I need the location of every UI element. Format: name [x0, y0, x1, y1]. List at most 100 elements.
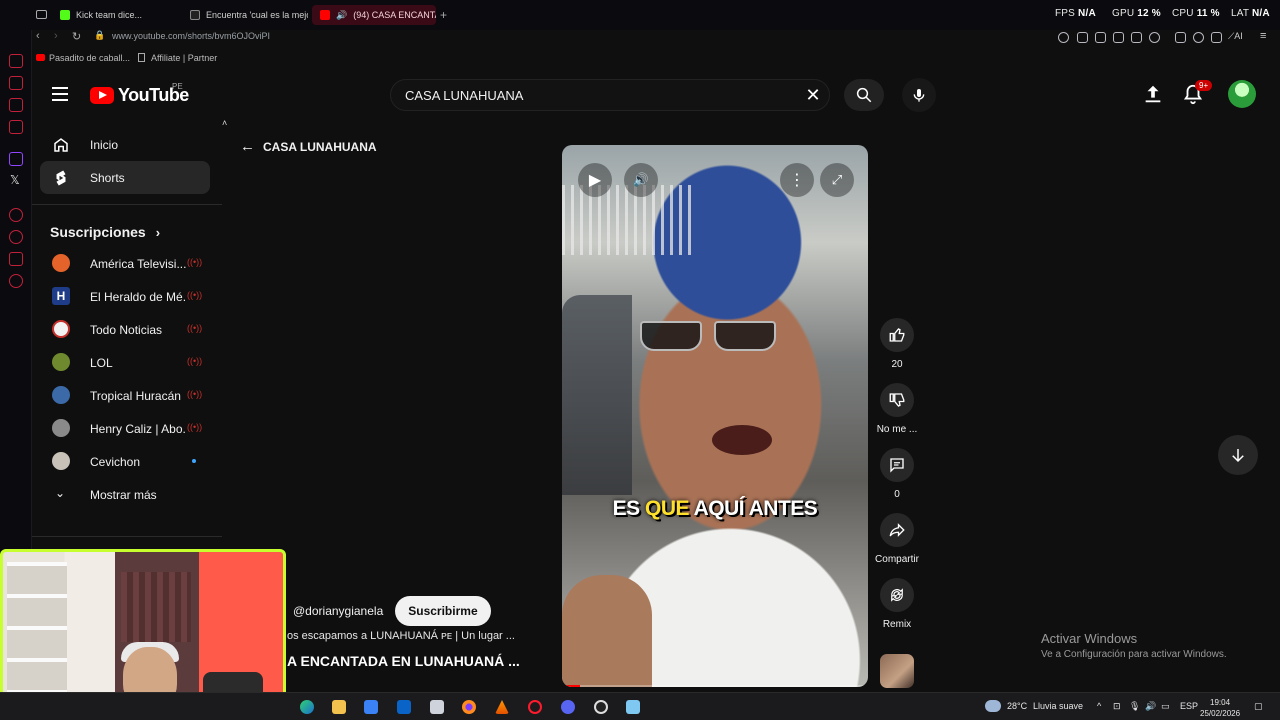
download-icon[interactable] [1211, 32, 1222, 43]
bookmark-item[interactable]: Affiliate | Partner [151, 53, 217, 63]
profile-icon[interactable] [1193, 32, 1204, 43]
subscription-item[interactable]: LOL ((•)) [40, 346, 210, 379]
network-icon[interactable]: ⊡ [1113, 701, 1121, 712]
discord-icon[interactable] [561, 700, 575, 714]
battery-icon[interactable]: ▭ [1161, 701, 1170, 712]
chevron-up-icon[interactable]: ^ [1097, 701, 1101, 711]
settings-icon[interactable] [9, 274, 23, 288]
chevron-right-icon: › [155, 224, 161, 240]
channel-avatar [52, 452, 70, 470]
new-tab-icon[interactable]: + [440, 8, 447, 22]
file-explorer-icon[interactable] [332, 700, 346, 714]
extensions-icon[interactable] [9, 252, 23, 266]
tab-tiktok[interactable]: Encuentra 'cual es la mejo [182, 5, 308, 25]
fullscreen-button[interactable]: ⤢ [820, 163, 854, 197]
channel-avatar [52, 386, 70, 404]
weather-temperature[interactable]: 28°C [1007, 701, 1027, 711]
shorts-back-link[interactable]: ← CASA LUNAHUANA [240, 138, 377, 155]
shorts-video-player[interactable]: ▶ 🔊 ⋮ ⤢ ES QUE AQUÍ ANTES [562, 145, 868, 687]
app2-icon[interactable] [626, 700, 640, 714]
volume-tray-icon[interactable]: 🔊 [1145, 701, 1156, 712]
url-field[interactable]: www.youtube.com/shorts/bvm6OJOviPI [112, 31, 270, 41]
history-icon[interactable] [9, 230, 23, 244]
bookmark-icon[interactable] [1077, 32, 1088, 43]
share-button[interactable]: Compartir [874, 513, 920, 565]
show-more-button[interactable]: ⌄ Mostrar más [40, 478, 210, 511]
subscription-item[interactable]: Henry Caliz | Abo... ((•)) [40, 412, 210, 445]
video-title[interactable]: A ENCANTADA EN LUNAHUANÁ ... [287, 653, 520, 669]
edge-icon[interactable] [300, 700, 314, 714]
notification-center-icon[interactable]: ▢ [1254, 701, 1263, 712]
whatsapp-icon[interactable] [9, 98, 23, 112]
search-button[interactable] [844, 79, 884, 111]
weather-description[interactable]: Lluvia suave [1033, 701, 1083, 711]
subscription-item[interactable]: H El Heraldo de Mé... ((•)) [40, 280, 210, 313]
outlook-icon[interactable] [397, 700, 411, 714]
zoom-icon[interactable] [1058, 32, 1069, 43]
volume-button[interactable]: 🔊 [624, 163, 658, 197]
caret-up-icon[interactable]: ˄ [222, 118, 227, 128]
music-icon[interactable] [9, 120, 23, 134]
vlc-icon[interactable] [495, 700, 509, 714]
app-icon[interactable] [430, 700, 444, 714]
tab-youtube-active[interactable]: 🔊 (94) CASA ENCANTAD [312, 5, 436, 25]
messenger-icon[interactable] [9, 54, 23, 68]
search-box[interactable]: CASA LUNAHUANA ✕ [390, 79, 830, 111]
more-options-button[interactable]: ⋮ [780, 163, 814, 197]
subscriptions-heading[interactable]: Suscripciones › [50, 217, 222, 247]
sidebar-item-shorts[interactable]: Shorts [40, 161, 210, 194]
play-button[interactable]: ▶ [578, 163, 612, 197]
bookmark-item[interactable]: Pasadito de caball... [49, 53, 130, 63]
bookmark-youtube-icon [36, 54, 45, 61]
subscription-item[interactable]: Tropical Huracán ((•)) [40, 379, 210, 412]
remix-icon [880, 578, 914, 612]
hamburger-menu-icon[interactable] [52, 87, 68, 101]
aria-ai-icon[interactable]: ⟋AI [1228, 31, 1243, 42]
x-twitter-icon[interactable]: 𝕏 [10, 173, 20, 187]
mic-tray-icon[interactable]: 🎙 [1129, 701, 1140, 712]
sidebar-item-inicio[interactable]: Inicio [40, 128, 210, 161]
obs-icon[interactable] [594, 700, 608, 714]
dislike-button[interactable]: No me ... [874, 383, 920, 435]
audio-thumbnail[interactable] [880, 654, 914, 688]
language-indicator[interactable]: ESP [1180, 701, 1198, 711]
progress-bar[interactable] [562, 685, 868, 687]
system-clock[interactable]: 19:04 25/02/2026 [1200, 697, 1240, 719]
comments-button[interactable]: 0 [874, 448, 920, 500]
speaker-icon[interactable]: 🔊 [336, 10, 347, 21]
reload-icon[interactable]: ↻ [72, 30, 81, 43]
heart-icon[interactable] [1149, 32, 1160, 43]
voice-search-button[interactable] [902, 78, 936, 112]
subscription-item[interactable]: América Televisi... ((•)) [40, 247, 210, 280]
snapshot-icon[interactable] [1095, 32, 1106, 43]
subscription-item[interactable]: Cevichon [40, 445, 210, 478]
channel-handle[interactable]: @dorianygianela [293, 604, 383, 618]
twitch-icon[interactable] [9, 152, 23, 166]
upload-button[interactable] [1142, 83, 1164, 105]
caption-highlight: QUE [645, 497, 690, 520]
play-icon[interactable] [1131, 32, 1142, 43]
opera-taskbar-icon[interactable] [528, 700, 542, 714]
live-icon: ((•)) [187, 290, 203, 300]
store-icon[interactable] [364, 700, 378, 714]
weather-icon[interactable] [985, 700, 1001, 712]
back-icon[interactable]: ‹ [36, 30, 40, 42]
instagram-icon[interactable] [9, 76, 23, 90]
remix-button[interactable]: Remix [874, 578, 920, 630]
clear-search-icon[interactable]: ✕ [797, 85, 829, 106]
next-short-button[interactable] [1218, 435, 1258, 475]
menu-icon[interactable]: ≡ [1260, 30, 1266, 42]
forward-icon[interactable]: › [54, 30, 58, 42]
like-button[interactable]: 20 [874, 318, 920, 370]
player-icon[interactable] [9, 208, 23, 222]
tab-kick[interactable]: Kick team dice... [52, 5, 180, 25]
subscribe-button[interactable]: Suscribirme [395, 596, 491, 626]
shield-icon[interactable] [1113, 32, 1124, 43]
search-input[interactable]: CASA LUNAHUANA [405, 88, 797, 103]
account-avatar[interactable] [1228, 80, 1256, 108]
firefox-icon[interactable] [462, 700, 476, 714]
subscription-item[interactable]: Todo Noticias ((•)) [40, 313, 210, 346]
video-description[interactable]: os escapamos a LUNAHUANÁ ᴘᴇ | Un lugar .… [287, 630, 515, 642]
workspace-icon[interactable] [36, 10, 47, 19]
extensions-puzzle-icon[interactable] [1175, 32, 1186, 43]
